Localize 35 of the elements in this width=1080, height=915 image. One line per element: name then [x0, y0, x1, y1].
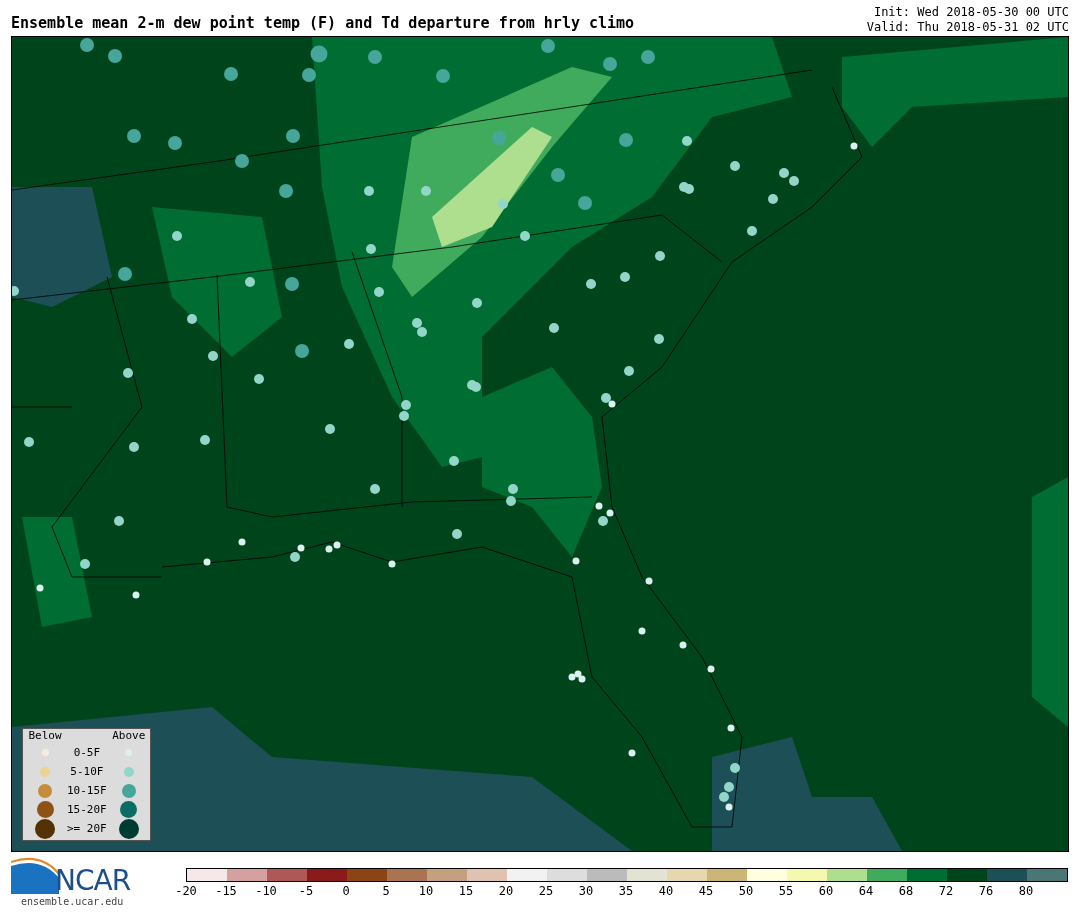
colorbar-tick-label: 25	[537, 883, 555, 898]
colorbar-tick-label: -15	[214, 883, 238, 898]
legend-label: 15-20F	[67, 803, 107, 816]
valid-time: Valid: Thu 2018-05-31 02 UTC	[866, 20, 1069, 35]
legend-label: 5-10F	[69, 765, 105, 778]
colorbar-tick-label: 45	[697, 883, 715, 898]
colorbar-tick-label: 20	[497, 883, 515, 898]
legend-header: Below	[27, 730, 63, 742]
colorbar-tick-label: 30	[577, 883, 595, 898]
colorbar-tick-label: 76	[977, 883, 995, 898]
colorbar-tick-label: 64	[857, 883, 875, 898]
colorbar-tick-label: 15	[457, 883, 475, 898]
colorbar-tick-label: 68	[897, 883, 915, 898]
chart-title: Ensemble mean 2-m dew point temp (F) and Td departure from hrly climo	[11, 14, 635, 34]
colorbar-tick-label: 60	[817, 883, 835, 898]
logo-text: NCAR	[55, 866, 131, 896]
legend-label: 0-5F	[72, 746, 102, 759]
colorbar-tick-label: -20	[174, 883, 198, 898]
colorbar-tick-label: 35	[617, 883, 635, 898]
colorbar-tick-label: 50	[737, 883, 755, 898]
colorbar-tick-label: 80	[1017, 883, 1035, 898]
legend-label: >= 20F	[67, 822, 107, 835]
colorbar-tick-label: 72	[937, 883, 955, 898]
colorbar-tick-label: -10	[254, 883, 278, 898]
colorbar-tick-label: 0	[341, 883, 351, 898]
colorbar-tick-label: -5	[297, 883, 315, 898]
colorbar-tick-label: 55	[777, 883, 795, 898]
legend-header: Above	[111, 730, 147, 742]
init-time: Init: Wed 2018-05-30 00 UTC	[873, 5, 1069, 20]
swoosh-logo-icon	[11, 856, 59, 896]
site-url: ensemble.ucar.edu	[21, 896, 125, 907]
colorbar-tick-label: 10	[417, 883, 435, 898]
colorbar-tick-label: 40	[657, 883, 675, 898]
colorbar-tick-label: 5	[381, 883, 391, 898]
legend-label: 10-15F	[67, 784, 107, 797]
